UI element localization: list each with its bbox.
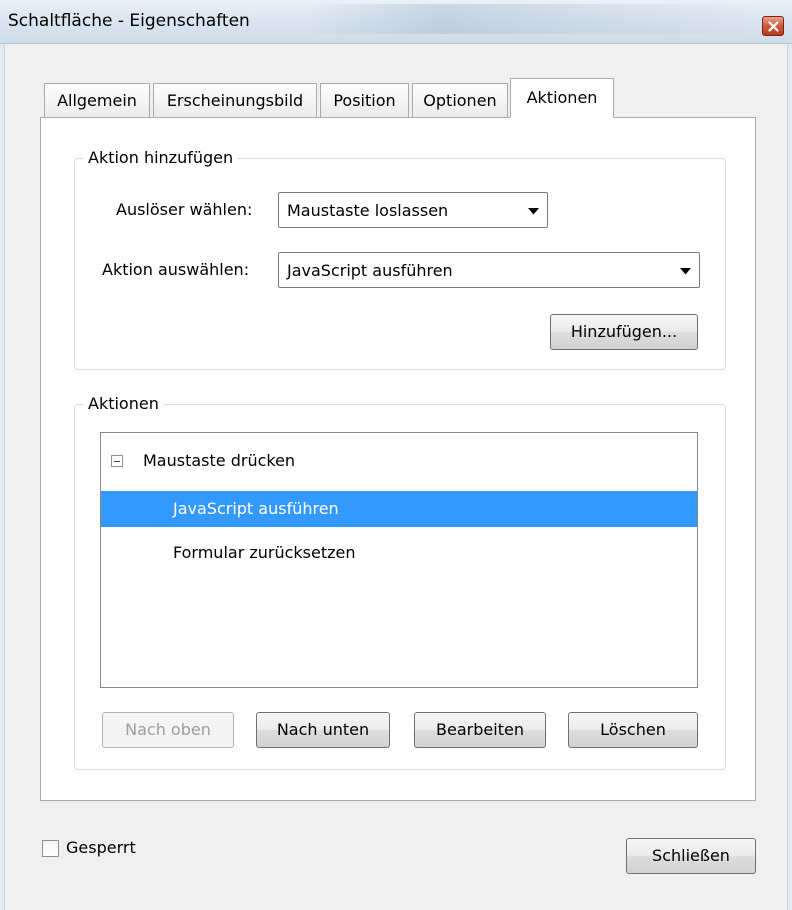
chevron-down-icon <box>680 268 691 275</box>
window-border-right <box>787 44 792 910</box>
tree-item-label: Formular zurücksetzen <box>173 543 356 562</box>
tab-position[interactable]: Position <box>320 83 409 117</box>
delete-button[interactable]: Löschen <box>568 712 698 748</box>
window-title: Schaltfläche - Eigenschaften <box>8 11 250 31</box>
tree-item-label: JavaScript ausführen <box>173 499 339 518</box>
move-down-button[interactable]: Nach unten <box>256 712 390 748</box>
trigger-dropdown[interactable]: Maustaste loslassen <box>278 192 548 228</box>
tab-allgemein[interactable]: Allgemein <box>44 83 150 117</box>
actions-tree[interactable]: Maustaste drücken JavaScript ausführen F… <box>100 432 698 688</box>
close-window-button[interactable] <box>762 16 784 36</box>
add-action-legend: Aktion hinzufügen <box>84 148 238 167</box>
close-icon <box>768 21 779 32</box>
close-button[interactable]: Schließen <box>626 838 756 874</box>
action-type-dropdown[interactable]: JavaScript ausführen <box>278 252 700 288</box>
window-border-left <box>0 44 5 910</box>
action-label: Aktion auswählen: <box>102 260 250 279</box>
edit-button[interactable]: Bearbeiten <box>414 712 546 748</box>
collapse-icon[interactable] <box>111 455 123 467</box>
tab-optionen[interactable]: Optionen <box>412 83 508 117</box>
tab-aktionen[interactable]: Aktionen <box>510 78 614 118</box>
locked-label[interactable]: Gesperrt <box>66 838 136 857</box>
add-button[interactable]: Hinzufügen... <box>550 314 698 350</box>
actions-legend: Aktionen <box>84 394 163 413</box>
trigger-label: Auslöser wählen: <box>116 200 253 219</box>
move-up-button[interactable]: Nach oben <box>102 712 234 748</box>
tab-erscheinungsbild[interactable]: Erscheinungsbild <box>153 83 317 117</box>
locked-checkbox[interactable] <box>42 840 59 857</box>
trigger-value: Maustaste loslassen <box>287 201 449 220</box>
tree-item-label: Maustaste drücken <box>143 451 296 470</box>
title-bar-glass <box>300 4 770 34</box>
tree-item-formular-zuruecksetzen[interactable]: Formular zurücksetzen <box>101 537 697 569</box>
tree-item-maustaste-druecken[interactable]: Maustaste drücken <box>101 445 697 477</box>
action-type-value: JavaScript ausführen <box>287 261 453 280</box>
chevron-down-icon <box>528 208 539 215</box>
tree-item-javascript-ausfuehren[interactable]: JavaScript ausführen <box>101 491 697 527</box>
